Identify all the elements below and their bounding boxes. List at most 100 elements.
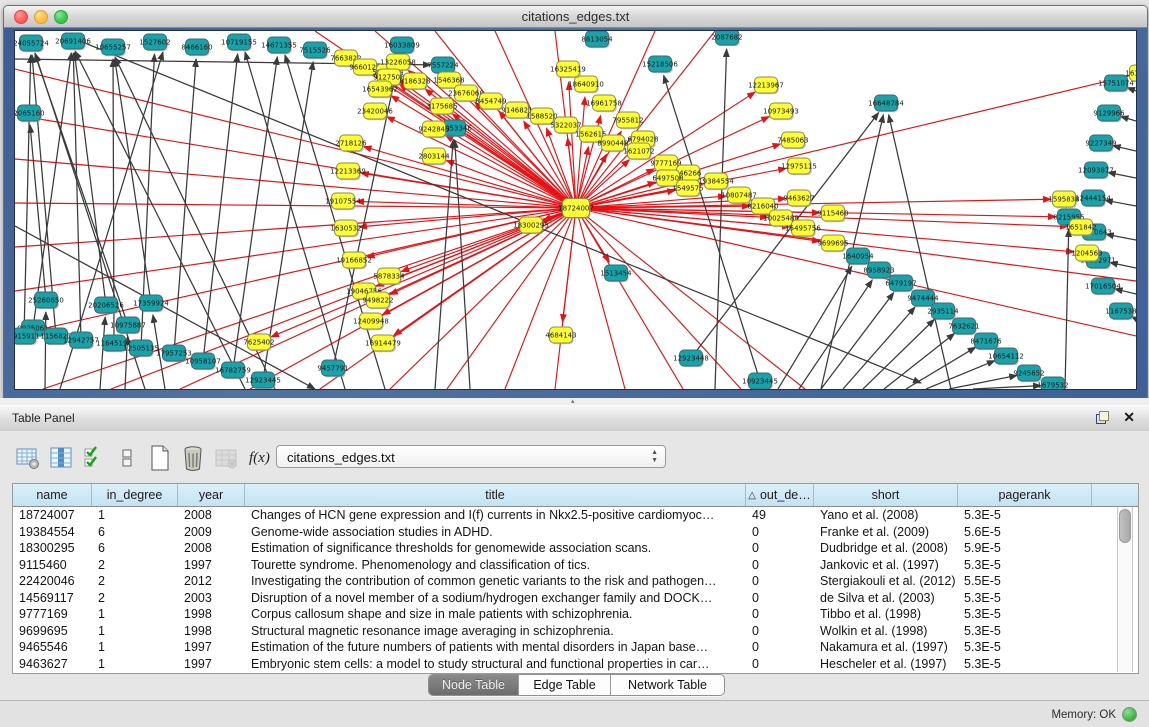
- table-cell[interactable]: 2003: [178, 590, 245, 607]
- network-node[interactable]: 12093877: [1078, 162, 1114, 179]
- network-graph[interactable]: 1872400724055724206914061065525715276028…: [15, 31, 1136, 389]
- table-cell[interactable]: Changes of HCN gene expression and I(f) …: [245, 507, 746, 524]
- network-edge[interactable]: [889, 115, 951, 389]
- table-cell[interactable]: Structural magnetic resonance image aver…: [245, 623, 746, 640]
- network-edge[interactable]: [691, 113, 879, 358]
- network-edge[interactable]: [43, 208, 576, 389]
- table-cell[interactable]: 2: [92, 590, 178, 607]
- memory-indicator[interactable]: Memory: OK: [1051, 707, 1137, 722]
- table-cell[interactable]: 2: [92, 557, 178, 574]
- network-node[interactable]: 7955812: [612, 112, 643, 129]
- window-titlebar[interactable]: citations_edges.txt: [4, 6, 1147, 28]
- table-cell[interactable]: 22420046: [13, 573, 92, 590]
- network-node[interactable]: 17016504: [1085, 278, 1121, 295]
- network-node[interactable]: 9457791: [317, 360, 348, 377]
- table-cell[interactable]: 18300295: [13, 540, 92, 557]
- network-edge[interactable]: [30, 125, 46, 300]
- table-cell[interactable]: Disruption of a novel member of a sodium…: [245, 590, 746, 607]
- network-node[interactable]: 12975115: [781, 158, 817, 175]
- table-cell[interactable]: Nakamura et al. (1997): [814, 639, 958, 656]
- network-node[interactable]: 9115460: [817, 205, 848, 222]
- network-edge[interactable]: [390, 208, 576, 389]
- column-header-name[interactable]: name: [13, 484, 92, 506]
- table-cell[interactable]: Estimation of significance thresholds fo…: [245, 540, 746, 557]
- table-cell[interactable]: 6: [92, 540, 178, 557]
- table-cell[interactable]: Dudbridge et al. (2008): [814, 540, 958, 557]
- network-node[interactable]: 25260650: [28, 292, 64, 309]
- table-row[interactable]: 1830029562008Estimation of significance …: [13, 540, 1138, 557]
- close-panel-icon[interactable]: ✕: [1123, 409, 1135, 426]
- network-edge[interactable]: [664, 75, 760, 381]
- network-node[interactable]: 10655257: [95, 39, 131, 56]
- show-columns-button[interactable]: [47, 445, 74, 472]
- table-cell[interactable]: 1997: [178, 656, 245, 673]
- table-cell[interactable]: 2009: [178, 524, 245, 541]
- tab-network-table[interactable]: Network Table: [611, 675, 724, 695]
- network-edge[interactable]: [100, 317, 105, 389]
- table-cell[interactable]: 1: [92, 623, 178, 640]
- network-node[interactable]: 1630532: [330, 220, 361, 237]
- network-edge[interactable]: [24, 55, 31, 336]
- table-cell[interactable]: Investigating the contribution of common…: [245, 573, 746, 590]
- table-cell[interactable]: Embryonic stem cells: a model to study s…: [245, 656, 746, 673]
- network-node[interactable]: 12444154: [1075, 190, 1111, 207]
- network-node[interactable]: 12213369: [330, 163, 366, 180]
- network-edge[interactable]: [576, 76, 1128, 208]
- new-table-button[interactable]: [146, 445, 173, 472]
- column-header-year[interactable]: year: [178, 484, 245, 506]
- network-node[interactable]: 1167538: [1105, 303, 1136, 320]
- network-node[interactable]: 10719155: [221, 34, 257, 51]
- network-node[interactable]: 2087682: [711, 31, 742, 46]
- network-node[interactable]: 1595838: [1048, 191, 1079, 208]
- table-row[interactable]: 2242004622012Investigating the contribut…: [13, 573, 1138, 590]
- select-all-button[interactable]: [80, 445, 107, 472]
- column-header-in_degree[interactable]: in_degree: [92, 484, 178, 506]
- table-cell[interactable]: 0: [746, 623, 814, 640]
- network-edge[interactable]: [263, 62, 313, 380]
- table-cell[interactable]: de Silva et al. (2003): [814, 590, 958, 607]
- network-node[interactable]: 8813054: [581, 31, 613, 48]
- network-node[interactable]: 5878334: [373, 268, 405, 285]
- network-edge[interactable]: [15, 226, 315, 389]
- table-cell[interactable]: 2: [92, 573, 178, 590]
- table-cell[interactable]: 0: [746, 590, 814, 607]
- function-builder-button[interactable]: f(x): [249, 450, 270, 467]
- table-cell[interactable]: 5.3E-5: [958, 507, 1092, 524]
- network-edge[interactable]: [569, 82, 576, 208]
- table-row[interactable]: 1872400712008Changes of HCN gene express…: [13, 507, 1138, 524]
- table-cell[interactable]: 0: [746, 656, 814, 673]
- network-edge[interactable]: [75, 39, 921, 383]
- network-node[interactable]: 1204563: [1071, 245, 1102, 262]
- table-cell[interactable]: 0: [746, 540, 814, 557]
- network-node[interactable]: 1621072: [623, 143, 654, 160]
- table-cell[interactable]: 6: [92, 524, 178, 541]
- network-node[interactable]: 9227349: [1085, 135, 1116, 152]
- network-canvas[interactable]: 1872400724055724206914061065525715276028…: [14, 30, 1137, 390]
- table-cell[interactable]: 1998: [178, 606, 245, 623]
- network-node[interactable]: 7625402: [243, 334, 274, 351]
- table-cell[interactable]: Tourette syndrome. Phenomenology and cla…: [245, 557, 746, 574]
- network-edge[interactable]: [233, 57, 277, 370]
- network-node[interactable]: 9498222: [362, 292, 393, 309]
- network-edge[interactable]: [926, 361, 995, 389]
- table-row[interactable]: 969969511998Structural magnetic resonanc…: [13, 623, 1138, 640]
- network-edge[interactable]: [174, 59, 196, 353]
- network-node[interactable]: 2803144: [418, 148, 450, 165]
- divider-handle-icon[interactable]: ▴: [571, 399, 575, 404]
- network-node[interactable]: 8466160: [181, 39, 212, 56]
- network-edge[interactable]: [576, 208, 1056, 217]
- network-node[interactable]: 18640910: [568, 76, 604, 93]
- network-edge[interactable]: [576, 208, 1136, 336]
- table-cell[interactable]: 5.6E-5: [958, 524, 1092, 541]
- table-cell[interactable]: 5.3E-5: [958, 606, 1092, 623]
- table-cell[interactable]: 9465546: [13, 639, 92, 656]
- import-table-button[interactable]: [212, 445, 239, 472]
- table-cell[interactable]: 9777169: [13, 606, 92, 623]
- network-node[interactable]: 7632621: [948, 318, 979, 335]
- network-node[interactable]: 12923448: [673, 350, 709, 367]
- scrollbar-thumb[interactable]: [1119, 509, 1131, 543]
- network-node[interactable]: 19166852: [336, 252, 372, 269]
- table-cell[interactable]: Jankovic et al. (1997): [814, 557, 958, 574]
- network-hub-node[interactable]: 18724007: [558, 199, 594, 219]
- table-cell[interactable]: Hescheler et al. (1997): [814, 656, 958, 673]
